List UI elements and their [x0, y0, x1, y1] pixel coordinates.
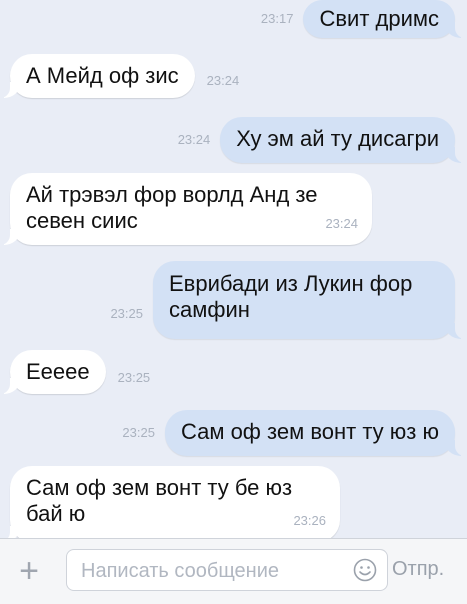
message-text-line: бай ю: [26, 501, 86, 526]
message-input[interactable]: Написать сообщение: [66, 549, 388, 591]
message-time: 23:24: [206, 73, 240, 88]
plus-icon[interactable]: +: [14, 554, 44, 588]
outgoing-message-bubble[interactable]: Сам оф зем вонт ту юз ю: [164, 410, 467, 456]
message-row: 23:25 Сам оф зем вонт ту юз ю: [122, 410, 467, 456]
message-composer: + Написать сообщение Отпр.: [0, 538, 467, 604]
message-input-placeholder: Написать сообщение: [81, 560, 280, 582]
message-row: Еееее 23:25: [0, 350, 151, 394]
message-text: Свит дримс: [319, 6, 439, 31]
outgoing-message-bubble[interactable]: Свит дримс: [303, 0, 467, 38]
incoming-message-bubble[interactable]: Сам оф зем вонт ту бе юз бай ю 23:26: [0, 466, 340, 538]
message-row: Ай трэвэл фор ворлд Анд зе севен сиис 23…: [0, 173, 372, 245]
incoming-message-bubble[interactable]: Ай трэвэл фор ворлд Анд зе севен сиис 23…: [0, 173, 372, 245]
message-time: 23:24: [325, 216, 358, 231]
message-time: 23:25: [117, 370, 151, 385]
message-text-line: Еврибади из Лукин фор: [169, 271, 413, 296]
send-button[interactable]: Отпр.: [392, 558, 444, 580]
message-row: А Мейд оф зис 23:24: [0, 54, 240, 98]
message-text-line: Ай трэвэл фор ворлд Анд зе: [26, 182, 318, 207]
message-time: 23:25: [110, 306, 143, 321]
incoming-message-bubble[interactable]: Еееее: [0, 350, 106, 394]
message-text-line: севен сиис: [26, 208, 138, 233]
message-text: Еееее: [26, 359, 90, 384]
message-text: Ху эм ай ту дисагри: [236, 126, 439, 151]
outgoing-message-bubble[interactable]: Ху эм ай ту дисагри: [220, 117, 467, 163]
chat-history[interactable]: 23:17 Свит дримс А Мейд оф зис 23:24 23:…: [0, 0, 467, 538]
message-time: 23:25: [122, 425, 155, 440]
message-time: 23:17: [260, 11, 294, 26]
message-text: А Мейд оф зис: [26, 63, 179, 88]
smiley-icon[interactable]: [353, 558, 377, 582]
message-text: Сам оф зем вонт ту юз ю: [180, 419, 439, 444]
message-time: 23:24: [177, 132, 211, 147]
message-time: 23:26: [293, 513, 326, 528]
incoming-message-bubble[interactable]: А Мейд оф зис: [0, 54, 195, 98]
message-row: Сам оф зем вонт ту бе юз бай ю 23:26: [0, 466, 340, 538]
message-row: 23:17 Свит дримс: [260, 0, 467, 38]
outgoing-message-bubble[interactable]: Еврибади из Лукин фор самфин: [153, 261, 467, 339]
message-row: 23:25 Еврибади из Лукин фор самфин: [110, 261, 467, 339]
message-row: 23:24 Ху эм ай ту дисагри: [177, 117, 467, 163]
message-text-line: Сам оф зем вонт ту бе юз: [26, 475, 293, 500]
message-text-line: самфин: [169, 297, 250, 322]
